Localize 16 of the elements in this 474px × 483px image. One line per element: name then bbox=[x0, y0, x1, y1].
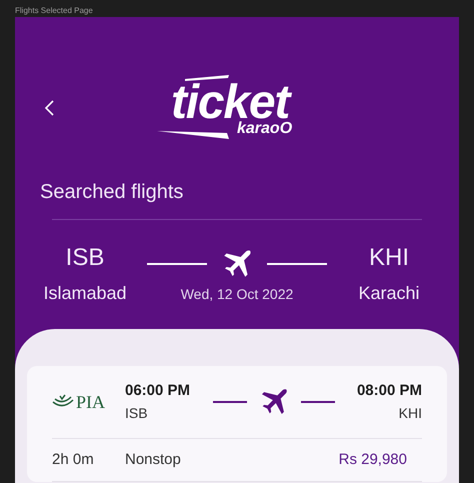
arrival-code: KHI bbox=[398, 404, 422, 423]
heading: Searched flights bbox=[40, 180, 184, 205]
destination-city: Karachi bbox=[358, 282, 420, 305]
origin-code: ISB bbox=[66, 243, 104, 273]
airline-logo: PIA bbox=[52, 388, 125, 416]
arrival-time: 08:00 PM bbox=[356, 381, 422, 402]
origin-city: Islamabad bbox=[43, 282, 127, 305]
frame-label: Flights Selected Page bbox=[15, 5, 93, 17]
destination-code: KHI bbox=[368, 243, 409, 273]
stops: Nonstop bbox=[125, 450, 182, 470]
flight-date: Wed, 12 Oct 2022 bbox=[180, 285, 294, 304]
departure-time: 06:00 PM bbox=[125, 381, 190, 402]
flight-card[interactable]: PIA 06:00 PM ISB 08:00 PM KHI 2h 0m Nonstop Rs 29,980 bbox=[27, 366, 447, 482]
price: Rs 29,980 bbox=[338, 450, 407, 470]
departure-code: ISB bbox=[125, 404, 149, 423]
duration: 2h 0m bbox=[52, 450, 95, 470]
